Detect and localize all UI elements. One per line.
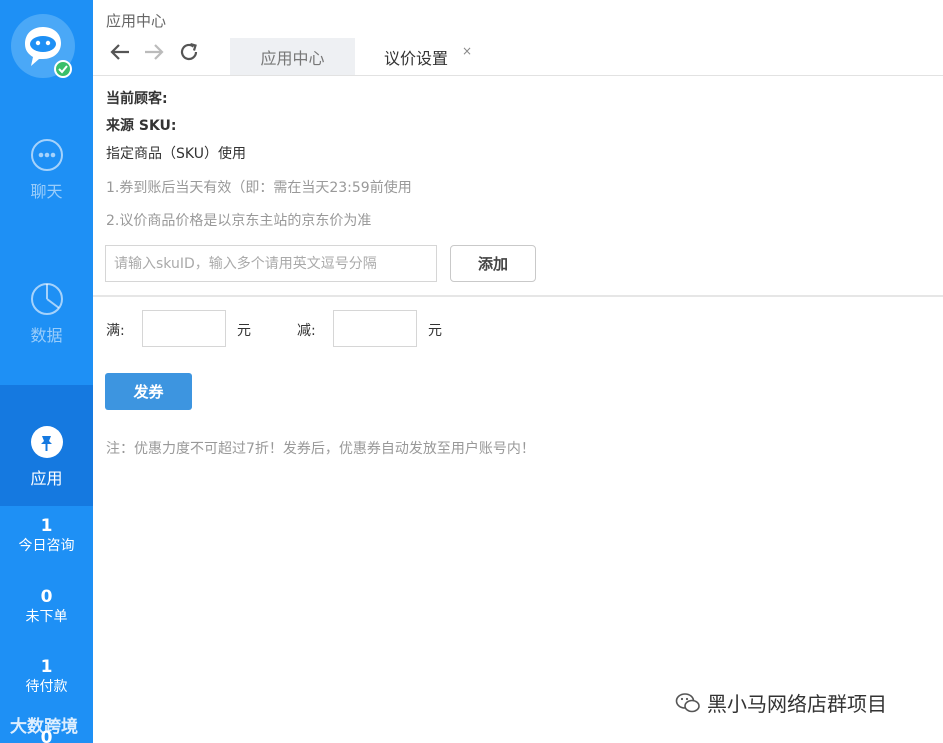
footnote: 注：优惠力度不可超过7折！发券后，优惠券自动发放至用户账号内！ <box>106 441 535 457</box>
close-tab-icon[interactable]: × <box>462 44 472 58</box>
refresh-icon <box>180 42 198 61</box>
sidebar-item-label: 应用 <box>30 469 63 488</box>
stat-value: 1 <box>40 516 53 536</box>
full-amount-input[interactable] <box>142 310 226 347</box>
sku-usage-label: 指定商品（SKU）使用 <box>106 146 246 162</box>
reduce-amount-input[interactable] <box>333 310 417 347</box>
full-amount-label: 满: <box>106 323 125 339</box>
tab-label: 议价设置 <box>383 48 448 68</box>
watermark-right: 黑小马网络店群项目 <box>675 688 887 717</box>
note-price-basis: 2.议价商品价格是以京东主站的京东价为准 <box>106 213 372 229</box>
section-divider <box>93 295 943 297</box>
arrow-right-icon <box>145 44 164 60</box>
wechat-icon <box>675 692 700 712</box>
note-validity: 1.券到账后当天有效（即：需在当天23:59前使用 <box>106 180 412 196</box>
reduce-amount-unit: 元 <box>428 323 442 339</box>
back-button[interactable] <box>106 38 134 66</box>
app-logo-icon <box>11 14 75 78</box>
stat-label: 待付款 <box>25 679 68 695</box>
arrow-left-icon <box>110 44 129 60</box>
reduce-amount-label: 减: <box>297 323 316 339</box>
forward-button[interactable] <box>140 38 168 66</box>
sidebar-item-chat[interactable]: 聊天 <box>0 138 93 208</box>
sku-source-label: 来源 SKU: <box>106 118 177 134</box>
tab-label: 应用中心 <box>260 48 325 68</box>
pie-chart-icon <box>30 283 63 315</box>
issue-coupon-button[interactable]: 发券 <box>105 373 192 410</box>
watermark-logo-left: 大数跨境 <box>10 712 78 737</box>
stat-value: 0 <box>40 587 53 607</box>
stat-value: 1 <box>40 657 53 677</box>
sidebar-item-label: 数据 <box>30 326 63 345</box>
page-title: 应用中心 <box>106 12 167 30</box>
watermark-text: 大数跨境 <box>10 717 78 737</box>
stat-today-consult[interactable]: 1 今日咨询 <box>0 516 93 556</box>
customer-label: 当前顾客: <box>106 91 168 107</box>
stat-label: 今日咨询 <box>18 538 75 554</box>
tab-app-center[interactable]: 应用中心 <box>230 38 355 75</box>
stat-not-ordered[interactable]: 0 未下单 <box>0 587 93 627</box>
sidebar: 聊天 数据 应用 1 今日咨询 0 未下单 1 待付款 0 大数跨境 <box>0 0 93 743</box>
stat-label: 未下单 <box>25 609 68 625</box>
sku-input[interactable] <box>105 245 437 282</box>
header-divider <box>93 75 943 76</box>
stat-pending-payment[interactable]: 1 待付款 <box>0 657 93 697</box>
sidebar-item-apps[interactable]: 应用 <box>0 385 93 506</box>
sidebar-item-data[interactable]: 数据 <box>0 282 93 352</box>
full-amount-unit: 元 <box>237 323 251 339</box>
sidebar-item-label: 聊天 <box>30 182 63 201</box>
refresh-button[interactable] <box>175 38 203 66</box>
chat-bubble-icon <box>30 139 63 171</box>
watermark-text: 黑小马网络店群项目 <box>707 692 887 716</box>
pushpin-icon <box>30 426 63 458</box>
add-button[interactable]: 添加 <box>450 245 536 282</box>
tab-price-settings[interactable]: 议价设置 <box>356 38 476 75</box>
